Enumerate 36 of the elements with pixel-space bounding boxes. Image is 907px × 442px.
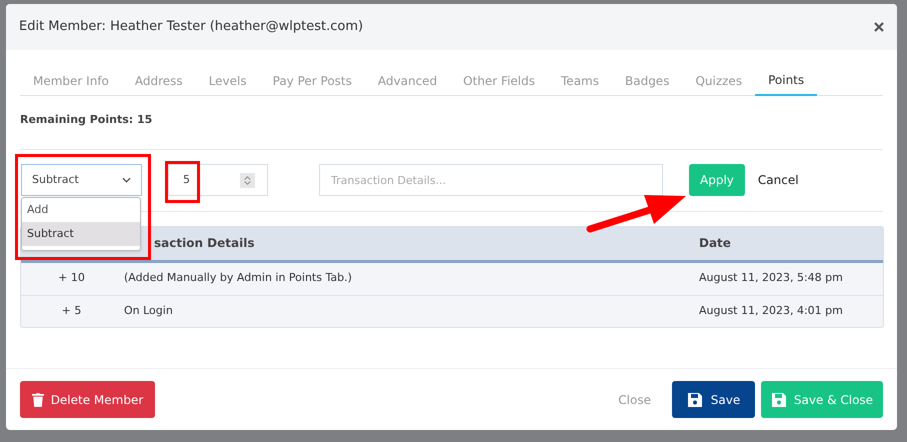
points-field[interactable]: 5 (168, 164, 268, 196)
tab[interactable]: Badges (612, 66, 682, 95)
dropdown-option[interactable]: Subtract (22, 222, 140, 246)
tab[interactable]: Member Info (20, 66, 122, 95)
highlight-frame (165, 161, 200, 203)
remaining-points: Remaining Points: 15 (20, 112, 154, 128)
trash-icon (32, 392, 44, 408)
tab[interactable]: Levels (196, 66, 260, 95)
table-cell-text: On Login (123, 302, 174, 319)
table-cell-text: August 11, 2023, 4:01 pm (699, 302, 843, 319)
spinner-icon[interactable] (240, 172, 255, 188)
save-button[interactable]: Save (672, 381, 755, 418)
apply-button[interactable]: Apply (689, 164, 745, 196)
table-cell-text: August 11, 2023, 5:48 pm (699, 270, 843, 286)
column-header: saction Details (154, 235, 256, 252)
dropdown-option[interactable]: Add (22, 198, 140, 222)
save-and-close-button[interactable]: Save & Close (761, 381, 883, 418)
transaction-details-field[interactable]: Transaction Details... (319, 164, 663, 196)
table-cell-text: (Added Manually by Admin in Points Tab.) (123, 270, 353, 286)
tab[interactable]: Points (755, 66, 818, 96)
tab[interactable]: Advanced (364, 66, 450, 95)
cancel-link[interactable]: Cancel (758, 171, 799, 189)
operation-select[interactable]: Subtract (21, 164, 142, 196)
table-cell-text: + 5 (60, 302, 82, 319)
tab[interactable]: Address (122, 66, 196, 95)
chevron-down-icon (122, 177, 131, 183)
table-cell-text: + 10 (57, 270, 86, 286)
delete-member-button[interactable]: Delete Member (20, 381, 155, 418)
column-header: Date (699, 235, 731, 252)
close-icon[interactable] (873, 21, 885, 33)
window-title: Edit Member: Heather Tester (heather@wlptest.com) (19, 18, 364, 36)
tab[interactable]: Quizzes (682, 66, 756, 95)
tab[interactable]: Other Fields (450, 66, 548, 95)
tab[interactable]: Teams (548, 66, 612, 95)
close-link[interactable]: Close (618, 390, 651, 408)
tab[interactable]: Pay Per Posts (260, 66, 365, 95)
